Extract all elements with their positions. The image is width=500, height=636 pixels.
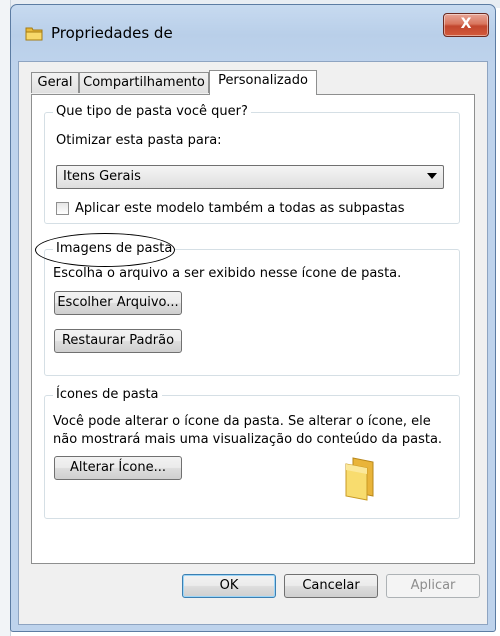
tab-personalizado[interactable]: Personalizado	[209, 70, 317, 95]
tab-panel-personalizado: Que tipo de pasta você quer? Otimizar es…	[31, 94, 475, 564]
folder-icon	[25, 27, 43, 41]
optimize-label: Otimizar esta pasta para:	[56, 133, 222, 148]
close-button[interactable]: X	[443, 13, 489, 37]
properties-dialog: Propriedades de X Geral Compartilhamento…	[10, 4, 496, 632]
restore-default-button[interactable]: Restaurar Padrão	[54, 329, 182, 353]
folder-type-legend: Que tipo de pasta você quer?	[53, 104, 251, 119]
folder-pictures-description: Escolha o arquivo a ser exibido nesse íc…	[53, 266, 402, 281]
change-icon-button[interactable]: Alterar Ícone...	[54, 456, 182, 480]
folder-type-group: Que tipo de pasta você quer? Otimizar es…	[44, 104, 460, 224]
folder-icons-description-line2: não mostrará mais uma visualização do co…	[53, 432, 443, 447]
apply-subfolders-checkbox[interactable]	[56, 202, 69, 215]
apply-button[interactable]: Aplicar	[386, 574, 480, 598]
folder-pictures-legend: Imagens de pasta	[53, 241, 176, 256]
folder-icons-group: Ícones de pasta Você pode alterar o ícon…	[44, 387, 460, 519]
tab-geral[interactable]: Geral	[31, 72, 79, 93]
tab-strip: Geral Compartilhamento Personalizado	[31, 70, 471, 95]
folder-pictures-group: Imagens de pasta Escolha o arquivo a ser…	[35, 233, 460, 376]
window-title: Propriedades de	[51, 24, 173, 42]
folder-icons-legend: Ícones de pasta	[53, 387, 162, 402]
ok-button[interactable]: OK	[182, 574, 276, 598]
cancel-button[interactable]: Cancelar	[284, 574, 378, 598]
tab-compartilhamento[interactable]: Compartilhamento	[79, 72, 209, 93]
folder-icons-description-line1: Você pode alterar o ícone da pasta. Se a…	[53, 414, 431, 429]
dialog-client-area: Geral Compartilhamento Personalizado Que…	[18, 61, 488, 625]
apply-subfolders-label[interactable]: Aplicar este modelo também a todas as su…	[75, 201, 405, 216]
title-bar[interactable]: Propriedades de X	[11, 5, 495, 61]
folder-icon	[345, 457, 374, 501]
optimize-selected-value: Itens Gerais	[63, 169, 141, 184]
choose-file-button[interactable]: Escolher Arquivo...	[54, 291, 182, 315]
chevron-down-icon[interactable]	[427, 173, 437, 179]
optimize-dropdown[interactable]: Itens Gerais	[56, 165, 444, 189]
